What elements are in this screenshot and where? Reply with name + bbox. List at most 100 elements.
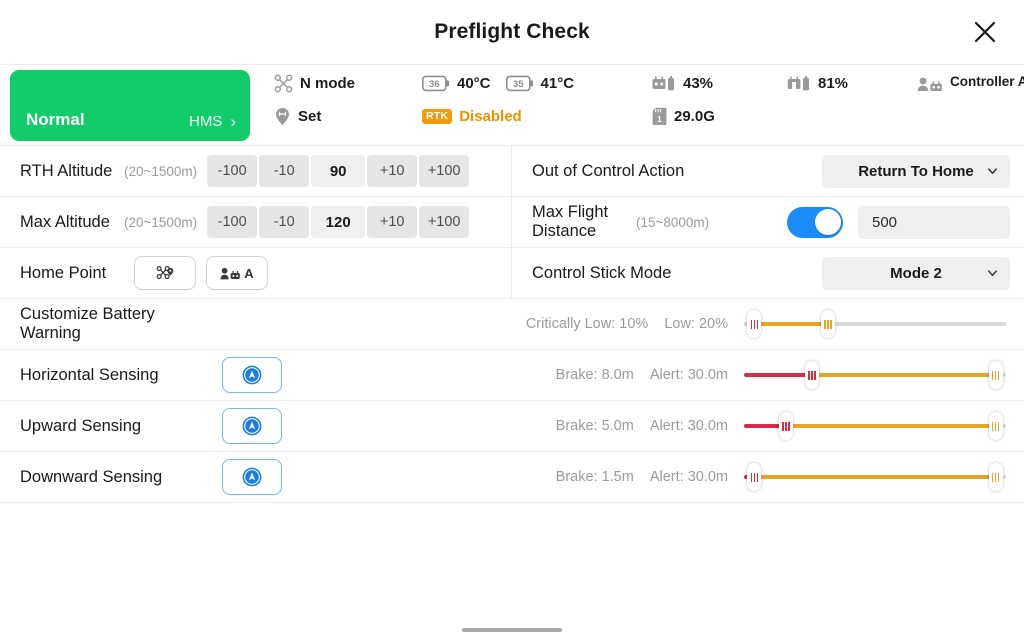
slider-handle-low[interactable] [820, 310, 835, 338]
status-rtk[interactable]: RTK Disabled [422, 107, 652, 127]
slider-handle-brake[interactable] [778, 412, 793, 440]
max-flight-distance-range-hint: (15~8000m) [636, 214, 710, 230]
battery-warning-slider[interactable] [744, 307, 1006, 341]
slider-handle-brake[interactable] [747, 463, 762, 491]
control-stick-mode-dropdown[interactable]: Mode 2 [822, 256, 1010, 290]
row-sensing: Downward Sensing Brake: 1.5m Alert: 30.0m [0, 452, 1024, 503]
rth-plus-10-button[interactable]: +10 [367, 155, 418, 187]
sensing-toggle-button[interactable] [222, 357, 282, 393]
max-alt-minus-10-button[interactable]: -10 [259, 206, 310, 238]
slider-handle-critically-low[interactable] [747, 310, 762, 338]
max-altitude-value[interactable]: 120 [311, 206, 366, 238]
sensing-label: Downward Sensing [20, 467, 163, 486]
chevron-right-icon: › [230, 111, 236, 131]
rth-altitude-stepper: -100 -10 90 +10 +100 [207, 155, 470, 187]
max-alt-plus-10-button[interactable]: +10 [367, 206, 418, 238]
status-strip: Normal HMS › N mode Set 36 40°C 35 41°C … [0, 65, 1024, 145]
chevron-down-icon [987, 168, 998, 175]
status-col-aircraft: 43% 1 29.0G [652, 74, 787, 127]
sensing-slider[interactable] [744, 460, 1006, 494]
controller-user-icon [917, 77, 942, 91]
settings-left-panel: RTH Altitude (20~1500m) -100 -10 90 +10 … [0, 146, 512, 299]
max-altitude-label: Max Altitude [20, 212, 110, 231]
row-max-flight-distance: Max Flight Distance (15~8000m) 500 [512, 197, 1024, 248]
status-controller[interactable]: Controller A [917, 74, 1024, 94]
battery-badge-icon: 35 [505, 75, 533, 92]
sensing-brake-value: Brake: 5.0m [555, 418, 634, 434]
dialog-header: Preflight Check [0, 0, 1024, 64]
svg-text:1: 1 [657, 114, 662, 124]
status-col-mode: N mode Set [274, 74, 422, 127]
toggle-knob [814, 209, 841, 235]
home-point-controller-button[interactable]: A [206, 256, 268, 290]
sensing-rows-container: Horizontal Sensing Brake: 8.0m Alert: 30.0… [0, 350, 1024, 503]
slider-fill-orange [754, 475, 996, 479]
slider-handle-alert[interactable] [988, 361, 1003, 389]
sd-card-label: 29.0G [674, 108, 715, 125]
sensing-toggle-button[interactable] [222, 459, 282, 495]
max-altitude-range-hint: (20~1500m) [124, 214, 198, 230]
sensing-slider[interactable] [744, 409, 1006, 443]
rtk-status-label: Disabled [459, 108, 522, 125]
home-point-aircraft-button[interactable] [134, 256, 196, 290]
rth-minus-10-button[interactable]: -10 [259, 155, 310, 187]
status-col-controller: Controller A [917, 74, 1024, 94]
flight-mode-label: N mode [300, 75, 356, 92]
sensing-label: Upward Sensing [20, 416, 142, 435]
drone-pin-icon [156, 265, 174, 280]
settings-grid: RTH Altitude (20~1500m) -100 -10 90 +10 … [0, 145, 1024, 299]
row-customize-battery-warning: Customize Battery Warning Critically Low… [0, 299, 1024, 350]
row-rth-altitude: RTH Altitude (20~1500m) -100 -10 90 +10 … [0, 146, 511, 197]
max-alt-minus-100-button[interactable]: -100 [207, 206, 258, 238]
slider-handle-alert[interactable] [988, 463, 1003, 491]
aircraft-battery-label: 43% [683, 75, 714, 92]
rtk-badge: RTK [422, 109, 453, 124]
hms-status-card[interactable]: Normal HMS › [10, 69, 250, 141]
page-title: Preflight Check [434, 20, 590, 43]
rc-battery-icon [787, 76, 809, 91]
home-pin-icon [276, 108, 289, 125]
controller-label: Controller A [950, 73, 1024, 89]
row-out-of-control-action: Out of Control Action Return To Home [512, 146, 1024, 197]
chevron-down-icon [987, 270, 998, 277]
critically-low-value: Critically Low: 10% [525, 316, 649, 332]
max-alt-plus-100-button[interactable]: +100 [419, 206, 470, 238]
slider-fill-orange [812, 373, 996, 377]
max-altitude-stepper: -100 -10 120 +10 +100 [207, 206, 470, 238]
status-home-point[interactable]: Set [274, 107, 422, 127]
status-flight-mode[interactable]: N mode [274, 74, 422, 94]
slider-fill-orange [785, 424, 996, 428]
sd-card-icon: 1 [652, 107, 667, 125]
sensing-enabled-icon [242, 365, 262, 385]
controller-person-icon [220, 267, 241, 279]
status-battery-temps: 36 40°C 35 41°C [422, 74, 652, 94]
battery-temp-1-label: 40°C [457, 75, 491, 92]
sensing-enabled-icon [242, 467, 262, 487]
battery-temp-icon-1: 36 [422, 75, 450, 92]
max-flight-distance-label: Max Flight Distance [532, 203, 609, 240]
max-flight-distance-toggle[interactable] [787, 206, 843, 238]
aircraft-battery-icon [652, 76, 674, 91]
out-of-control-dropdown[interactable]: Return To Home [822, 154, 1010, 188]
status-rc-battery: 81% [787, 74, 917, 94]
row-sensing: Horizontal Sensing Brake: 8.0m Alert: 30.0… [0, 350, 1024, 401]
sensing-alert-value: Alert: 30.0m [649, 367, 728, 383]
hms-link-label: HMS [188, 112, 223, 130]
sensing-toggle-button[interactable] [222, 408, 282, 444]
row-max-altitude: Max Altitude (20~1500m) -100 -10 120 +10… [0, 197, 511, 248]
out-of-control-value: Return To Home [858, 162, 974, 180]
sensing-metrics: Brake: 5.0m Alert: 30.0m [556, 418, 744, 434]
close-button[interactable] [968, 15, 1002, 49]
slider-handle-brake[interactable] [805, 361, 820, 389]
rth-altitude-value[interactable]: 90 [311, 155, 366, 187]
close-icon [974, 21, 996, 43]
sensing-metrics: Brake: 1.5m Alert: 30.0m [556, 469, 744, 485]
slider-handle-alert[interactable] [988, 412, 1003, 440]
slider-fill-orange [754, 322, 828, 326]
rth-minus-100-button[interactable]: -100 [207, 155, 258, 187]
sensing-slider[interactable] [744, 358, 1006, 392]
sensing-metrics: Brake: 8.0m Alert: 30.0m [556, 367, 744, 383]
max-flight-distance-value[interactable]: 500 [858, 205, 1010, 239]
control-stick-mode-label: Control Stick Mode [532, 263, 672, 282]
rth-plus-100-button[interactable]: +100 [419, 155, 470, 187]
